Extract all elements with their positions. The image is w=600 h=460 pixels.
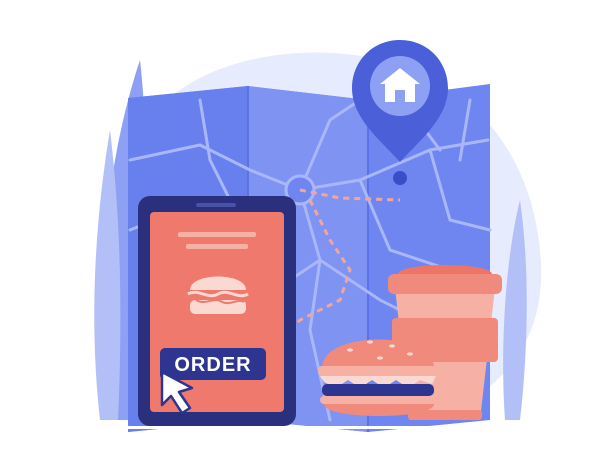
- order-button-label: ORDER: [174, 354, 251, 376]
- ground-line: [100, 426, 520, 429]
- illustration-canvas: ORDER: [94, 40, 542, 432]
- burger: [318, 339, 438, 416]
- phone: ORDER: [138, 196, 296, 426]
